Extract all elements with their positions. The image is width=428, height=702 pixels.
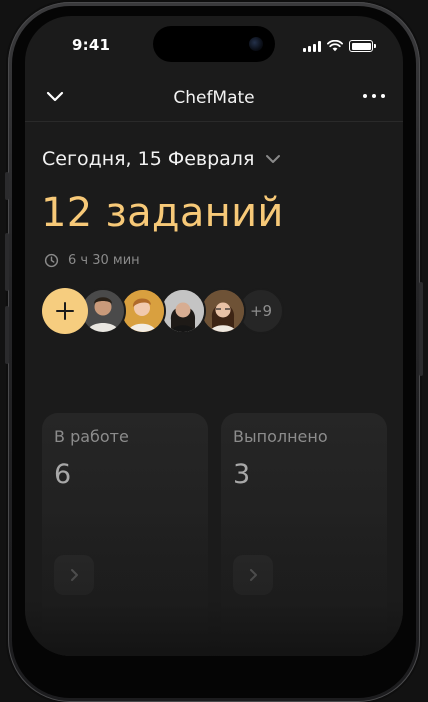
avatar[interactable] (120, 288, 166, 334)
battery-level (351, 42, 371, 50)
person-photo-icon (82, 290, 124, 332)
battery-icon (349, 40, 376, 52)
avatar[interactable] (200, 288, 246, 334)
dynamic-island (153, 26, 275, 62)
wifi-icon (327, 40, 343, 52)
person-photo-icon (202, 290, 244, 332)
volume-down-button (5, 306, 9, 364)
app-screen: 9:41 ChefMate Сегодня, 15 Февраля 12 зад… (25, 16, 403, 656)
app-title: ChefMate (173, 88, 255, 108)
person-photo-icon (162, 290, 204, 332)
open-in-progress-button[interactable] (54, 555, 94, 595)
card-label: Выполнено (233, 427, 328, 446)
chevron-right-icon (71, 569, 78, 581)
chevron-down-icon (266, 155, 281, 163)
status-icons (303, 40, 376, 52)
front-camera-icon (249, 37, 263, 51)
date-label: Сегодня, 15 Февраля (42, 148, 255, 170)
status-time: 9:41 (72, 36, 111, 54)
open-completed-button[interactable] (233, 555, 273, 595)
date-selector[interactable]: Сегодня, 15 Февраля (42, 148, 282, 170)
chevron-right-icon (250, 569, 257, 581)
duration-label: 6 ч 30 мин (68, 253, 140, 268)
card-label: В работе (54, 427, 129, 446)
tasks-count-title: 12 заданий (41, 190, 284, 236)
avatar[interactable] (160, 288, 206, 334)
silent-switch (5, 172, 9, 200)
completed-card[interactable]: Выполнено 3 (221, 413, 387, 656)
card-value: 3 (233, 459, 251, 490)
power-button (419, 282, 423, 376)
person-photo-icon (122, 290, 164, 332)
cellular-signal-icon (303, 40, 321, 52)
add-member-button[interactable] (42, 288, 88, 334)
in-progress-card[interactable]: В работе 6 (42, 413, 208, 656)
card-value: 6 (54, 459, 72, 490)
app-header: ChefMate (25, 74, 403, 122)
plus-icon (56, 302, 74, 320)
clock-icon (44, 253, 59, 268)
duration-row: 6 ч 30 мин (44, 253, 140, 268)
more-horizontal-icon[interactable] (363, 88, 385, 104)
volume-up-button (5, 233, 9, 291)
